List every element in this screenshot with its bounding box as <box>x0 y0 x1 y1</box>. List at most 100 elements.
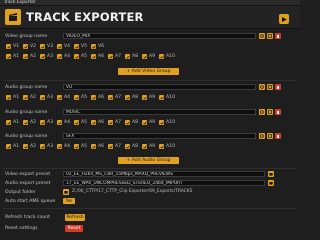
track-label: A6 <box>98 54 105 59</box>
trash-icon <box>277 35 279 38</box>
checkbox-v3[interactable] <box>40 44 45 49</box>
checkbox-a8[interactable] <box>125 120 130 125</box>
checkbox-a6[interactable] <box>91 144 96 149</box>
check-icon <box>40 45 45 49</box>
audio-preset-browse-button[interactable] <box>268 180 274 186</box>
check-icon <box>108 96 113 100</box>
checkbox-a10[interactable] <box>159 95 164 100</box>
audio-group-delete-button[interactable] <box>275 109 281 115</box>
audio-group-delete-button[interactable] <box>275 84 281 90</box>
checkbox-a7[interactable] <box>108 144 113 149</box>
checkbox-a4[interactable] <box>57 144 62 149</box>
checkbox-v2[interactable] <box>23 44 28 49</box>
gear-icon <box>260 85 264 89</box>
refresh-label: Refresh track count <box>5 215 50 220</box>
check-icon <box>23 121 28 125</box>
checkbox-a3[interactable] <box>40 144 45 149</box>
checkbox-a5[interactable] <box>74 144 79 149</box>
output-folder-browse-button[interactable] <box>63 189 69 195</box>
checkbox-a6[interactable] <box>91 54 96 59</box>
video-preset-select[interactable]: 02_EE_H264_MS_CBR_15Mbps_MAXQ_PREVIEWS <box>63 171 265 177</box>
video-group-name-input[interactable]: VIDEO_MIX <box>63 33 256 39</box>
refresh-button[interactable]: Refresh <box>65 214 85 221</box>
checkbox-a3[interactable] <box>40 120 45 125</box>
reset-button[interactable]: Reset <box>65 225 83 232</box>
check-icon <box>57 96 62 100</box>
video-group-copy-button[interactable] <box>267 33 273 39</box>
checkbox-a7[interactable] <box>108 120 113 125</box>
checkbox-a7[interactable] <box>108 54 113 59</box>
checkbox-a2[interactable] <box>23 95 28 100</box>
check-icon <box>23 96 28 100</box>
track-label: A10 <box>166 54 175 59</box>
checkbox-a9[interactable] <box>142 95 147 100</box>
audio-group-copy-button[interactable] <box>267 84 273 90</box>
checkbox-a1[interactable] <box>6 144 11 149</box>
track-label: A1 <box>13 144 20 149</box>
checkbox-a8[interactable] <box>125 95 130 100</box>
check-icon <box>74 121 79 125</box>
add-video-group-button[interactable]: + Add Video Group <box>118 68 179 75</box>
checkbox-a6[interactable] <box>91 95 96 100</box>
checkbox-a9[interactable] <box>142 120 147 125</box>
checkbox-a4[interactable] <box>57 120 62 125</box>
video-group-settings-button[interactable] <box>259 33 265 39</box>
checkbox-a10[interactable] <box>159 54 164 59</box>
checkbox-v6[interactable] <box>91 44 96 49</box>
checkbox-v5[interactable] <box>74 44 79 49</box>
checkbox-a5[interactable] <box>74 95 79 100</box>
checkbox-a4[interactable] <box>57 54 62 59</box>
checkbox-a1[interactable] <box>6 120 11 125</box>
check-icon <box>91 121 96 125</box>
audio-preset-select[interactable]: 17_EE_WAV_UNCOMPRESSED_STEREO_24bit_IMPO… <box>63 180 265 186</box>
checkbox-a6[interactable] <box>91 120 96 125</box>
auto-start-toggle[interactable]: Yes <box>63 198 75 204</box>
track-label: A8 <box>132 120 139 125</box>
checkbox-a2[interactable] <box>23 144 28 149</box>
divider <box>3 208 297 209</box>
checkbox-a3[interactable] <box>40 54 45 59</box>
checkbox-a1[interactable] <box>6 95 11 100</box>
check-icon <box>159 145 164 149</box>
run-export-button[interactable] <box>279 14 289 24</box>
checkbox-a5[interactable] <box>74 120 79 125</box>
add-audio-group-button[interactable]: + Add Audio Group <box>118 157 179 164</box>
audio-group-settings-button[interactable] <box>259 133 265 139</box>
checkbox-a9[interactable] <box>142 54 147 59</box>
checkbox-a10[interactable] <box>159 120 164 125</box>
checkbox-a8[interactable] <box>125 144 130 149</box>
audio-group-name-input[interactable]: SFX <box>63 133 256 139</box>
checkbox-v1[interactable] <box>6 44 11 49</box>
audio-group-copy-button[interactable] <box>267 109 273 115</box>
checkbox-a5[interactable] <box>74 54 79 59</box>
audio-group-settings-button[interactable] <box>259 84 265 90</box>
video-group-delete-button[interactable] <box>275 33 281 39</box>
audio-group-name-input[interactable]: MUSIC <box>63 109 256 115</box>
checkbox-a7[interactable] <box>108 95 113 100</box>
track-label: V4 <box>64 44 71 49</box>
check-icon <box>108 145 113 149</box>
check-icon <box>108 121 113 125</box>
track-label: A7 <box>115 120 122 125</box>
audio-group-copy-button[interactable] <box>267 133 273 139</box>
checkbox-a2[interactable] <box>23 54 28 59</box>
check-icon <box>23 145 28 149</box>
track-label: A3 <box>47 54 54 59</box>
check-icon <box>6 96 11 100</box>
checkbox-v4[interactable] <box>57 44 62 49</box>
checkbox-a4[interactable] <box>57 95 62 100</box>
checkbox-a8[interactable] <box>125 54 130 59</box>
track-label: A1 <box>13 95 20 100</box>
track-label: A9 <box>149 144 156 149</box>
audio-group-name-input[interactable]: VO <box>63 84 256 90</box>
video-preset-browse-button[interactable] <box>268 171 274 177</box>
audio-group-delete-button[interactable] <box>275 133 281 139</box>
divider <box>3 80 297 81</box>
checkbox-a9[interactable] <box>142 144 147 149</box>
checkbox-a1[interactable] <box>6 54 11 59</box>
track-label: A2 <box>30 54 37 59</box>
audio-group-settings-button[interactable] <box>259 109 265 115</box>
checkbox-a3[interactable] <box>40 95 45 100</box>
checkbox-a2[interactable] <box>23 120 28 125</box>
checkbox-a10[interactable] <box>159 144 164 149</box>
